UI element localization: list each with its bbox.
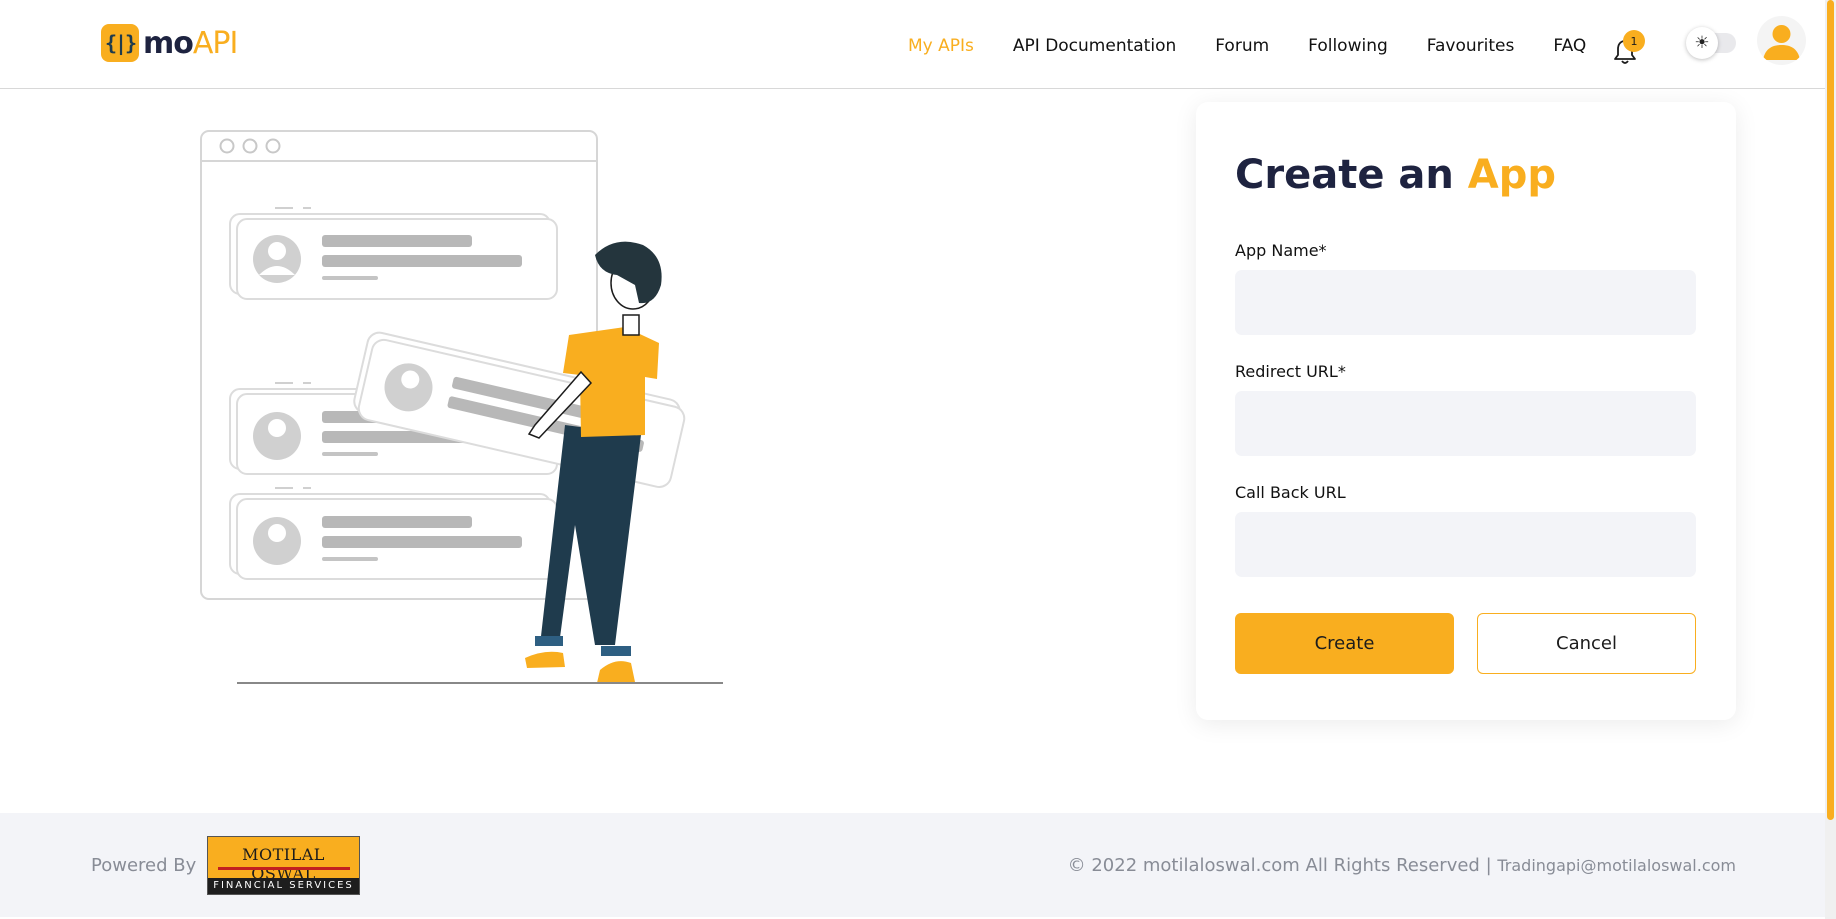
partner-logo-bottom-text: FINANCIAL SERVICES [208,878,359,894]
nav-my-apis[interactable]: My APIs [908,36,974,56]
nav-favourites[interactable]: Favourites [1427,36,1515,56]
nav-forum[interactable]: Forum [1215,36,1269,56]
redirect-url-label: Redirect URL* [1235,362,1346,381]
partner-logo-stripe [218,867,350,870]
cancel-button[interactable]: Cancel [1477,613,1696,674]
callback-url-label: Call Back URL [1235,483,1346,502]
page-footer: Powered By MOTILAL OSWAL FINANCIAL SERVI… [0,813,1825,917]
title-prefix: Create an [1235,152,1454,198]
main-nav: My APIs API Documentation Forum Followin… [908,36,1625,56]
top-header: {|} moAPI My APIs API Documentation Foru… [0,0,1825,89]
app-name-label: App Name* [1235,241,1327,260]
moapi-logo[interactable]: {|} moAPI [101,24,238,62]
copyright-text: © 2022 motilaloswal.com All Rights Reser… [1068,855,1736,876]
notification-badge: 1 [1623,30,1645,52]
support-email-link[interactable]: Tradingapi@motilaloswal.com [1497,856,1736,875]
callback-url-input[interactable] [1235,512,1696,577]
logo-badge-icon: {|} [101,24,139,62]
motilal-oswal-logo[interactable]: MOTILAL OSWAL FINANCIAL SERVICES [207,836,360,895]
nav-api-documentation[interactable]: API Documentation [1013,36,1176,56]
nav-faq[interactable]: FAQ [1553,36,1586,56]
logo-api: API [192,25,238,61]
page-scrollbar[interactable] [1825,0,1836,919]
redirect-url-input[interactable] [1235,391,1696,456]
hero-illustration [200,130,723,684]
scrollbar-thumb[interactable] [1827,0,1834,820]
user-avatar[interactable] [1757,16,1806,65]
app-name-input[interactable] [1235,270,1696,335]
nav-following[interactable]: Following [1308,36,1388,56]
logo-mo: mo [143,25,194,61]
title-accent: App [1467,152,1557,198]
powered-by-label: Powered By [91,855,197,876]
theme-toggle[interactable]: ☀ [1686,27,1736,59]
logo-wordmark: moAPI [143,25,238,61]
copyright-label: © 2022 motilaloswal.com All Rights Reser… [1067,855,1492,876]
create-button[interactable]: Create [1235,613,1454,674]
user-avatar-icon [1763,25,1800,60]
sun-icon: ☀ [1686,27,1718,59]
page-title: Create an App [1235,152,1556,198]
create-app-card: Create an App App Name* Redirect URL* Ca… [1196,102,1736,720]
